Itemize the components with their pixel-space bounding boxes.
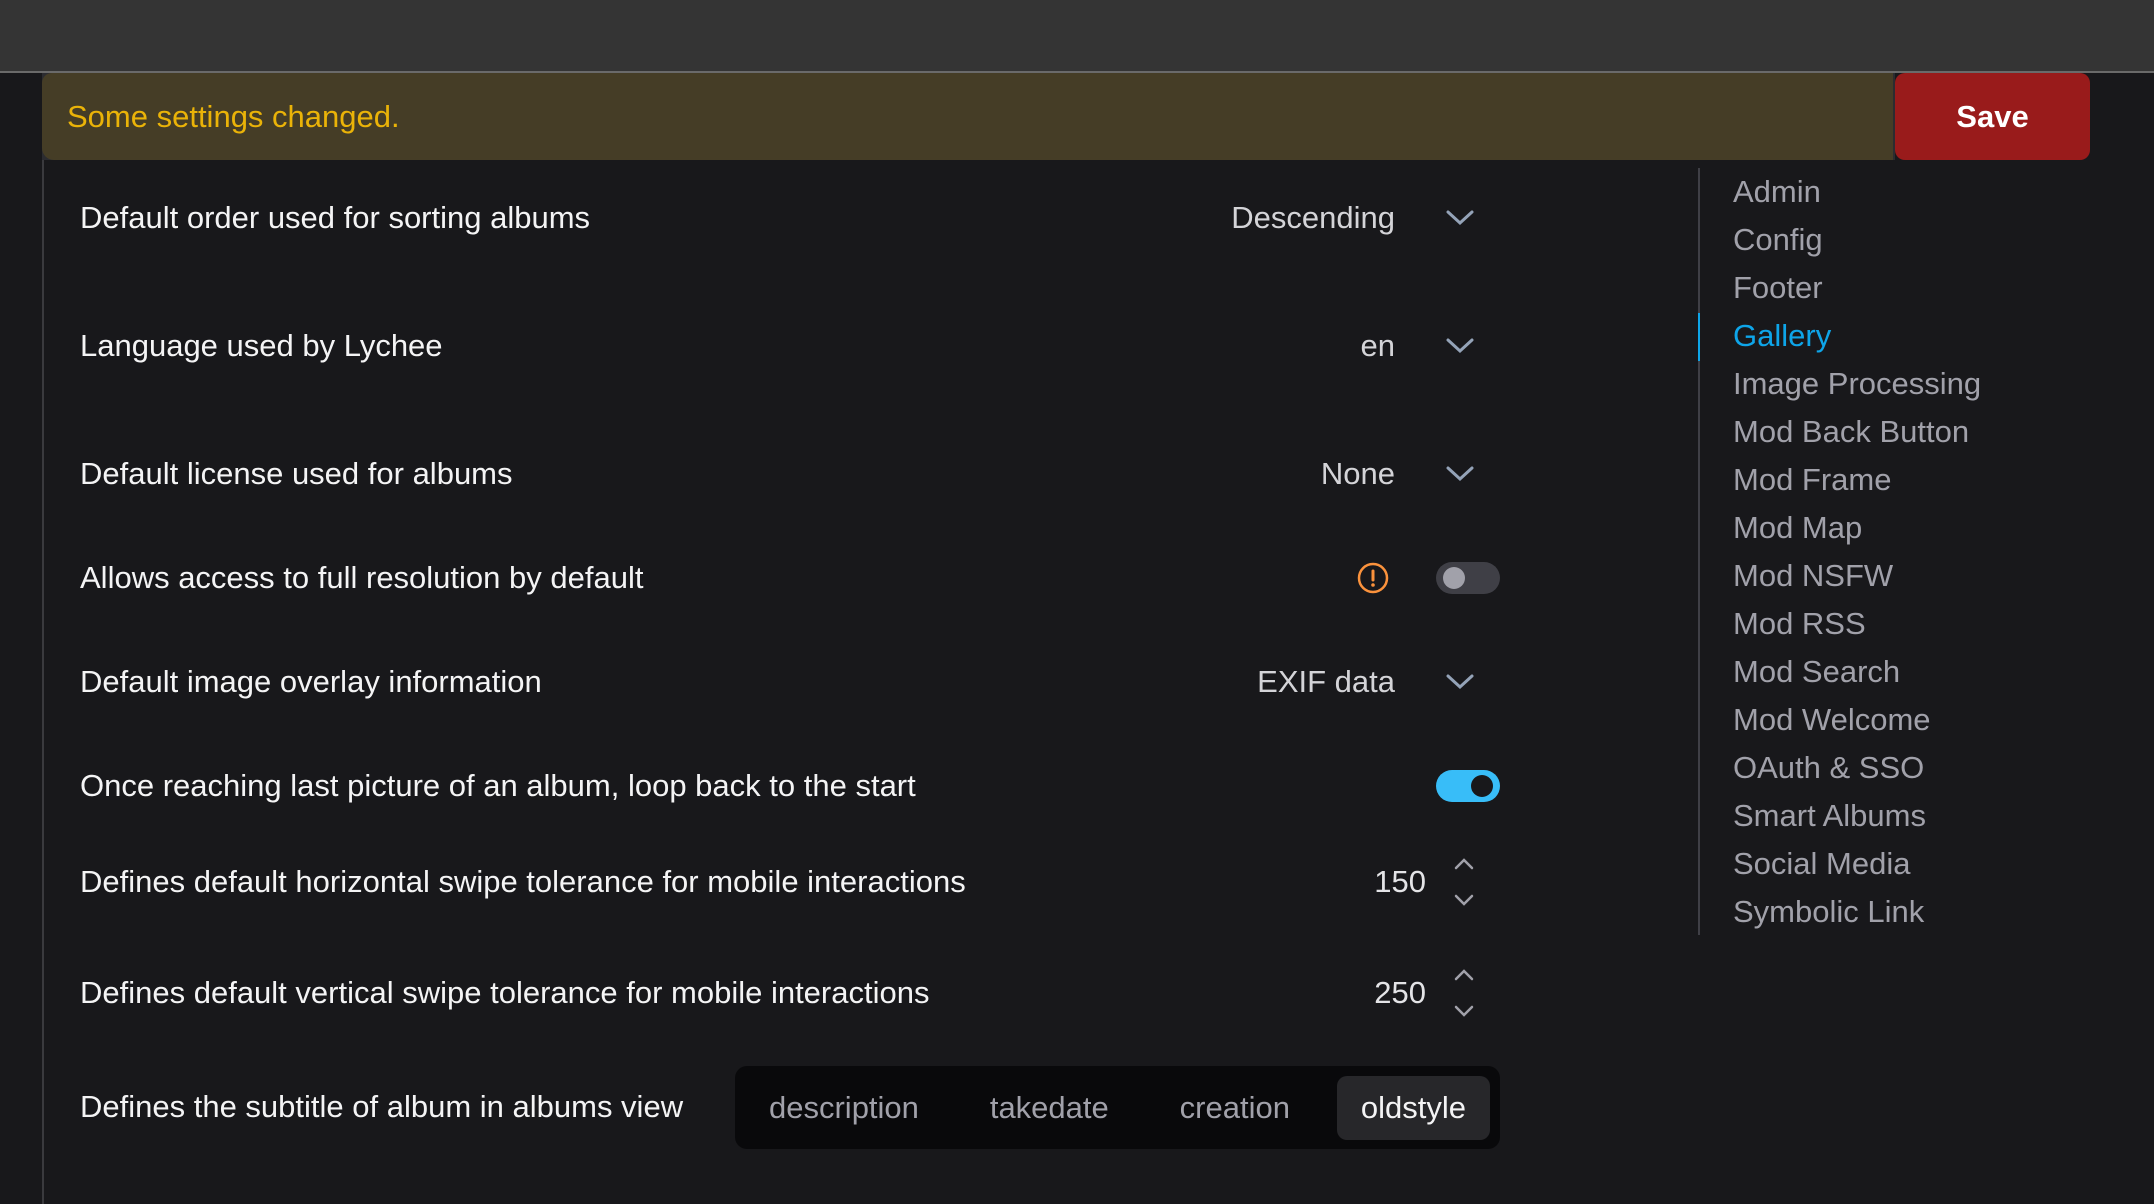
- sidebar-rail: [1698, 168, 1700, 935]
- settings-sidebar-nav: Admin Config Footer Gallery Image Proces…: [1733, 168, 1981, 936]
- select-value: EXIF data: [1257, 664, 1395, 699]
- spinner: [1453, 968, 1475, 1018]
- content-border: [42, 160, 44, 1204]
- sidebar-active-indicator: [1698, 313, 1700, 361]
- chevron-down-icon[interactable]: [1453, 893, 1475, 907]
- setting-label: Language used by Lychee: [80, 328, 443, 363]
- language-select[interactable]: en: [1361, 328, 1500, 364]
- changes-message-box: Some settings changed.: [42, 73, 1893, 160]
- sidebar-item-config[interactable]: Config: [1733, 216, 1981, 264]
- segment-option-creation[interactable]: creation: [1156, 1076, 1314, 1140]
- setting-label: Defines the subtitle of album in albums …: [80, 1089, 684, 1124]
- setting-label: Defines default vertical swipe tolerance…: [80, 975, 930, 1010]
- loop-album-toggle[interactable]: [1436, 770, 1500, 802]
- sidebar-item-mod-frame[interactable]: Mod Frame: [1733, 456, 1981, 504]
- image-overlay-select[interactable]: EXIF data: [1257, 664, 1500, 700]
- setting-label: Default image overlay information: [80, 664, 542, 699]
- setting-row-vertical-swipe: Defines default vertical swipe tolerance…: [80, 961, 1500, 1025]
- horizontal-swipe-input[interactable]: 150: [1374, 857, 1500, 907]
- sidebar-item-mod-rss[interactable]: Mod RSS: [1733, 600, 1981, 648]
- setting-label: Default order used for sorting albums: [80, 200, 591, 235]
- setting-label: Once reaching last picture of an album, …: [80, 768, 916, 803]
- chevron-down-icon: [1446, 338, 1474, 354]
- setting-label: Defines default horizontal swipe toleran…: [80, 864, 966, 899]
- select-value: Descending: [1231, 200, 1395, 235]
- setting-row-image-overlay: Default image overlay information EXIF d…: [80, 660, 1500, 704]
- sidebar-item-admin[interactable]: Admin: [1733, 168, 1981, 216]
- spinner: [1453, 857, 1475, 907]
- segment-option-takedate[interactable]: takedate: [966, 1076, 1133, 1140]
- sidebar-item-social-media[interactable]: Social Media: [1733, 840, 1981, 888]
- changes-message: Some settings changed.: [67, 98, 400, 134]
- setting-row-language: Language used by Lychee en: [80, 324, 1500, 368]
- chevron-down-icon: [1446, 210, 1474, 226]
- license-select[interactable]: None: [1321, 456, 1500, 492]
- changes-banner: Some settings changed.: [42, 73, 1895, 160]
- sidebar-item-mod-nsfw[interactable]: Mod NSFW: [1733, 552, 1981, 600]
- setting-row-full-resolution: Allows access to full resolution by defa…: [80, 556, 1500, 600]
- sidebar-item-symbolic-link[interactable]: Symbolic Link: [1733, 888, 1981, 936]
- setting-row-album-subtitle: Defines the subtitle of album in albums …: [80, 1085, 730, 1129]
- segment-option-oldstyle[interactable]: oldstyle: [1336, 1075, 1490, 1140]
- top-bar: [0, 0, 2154, 73]
- sidebar-item-mod-search[interactable]: Mod Search: [1733, 648, 1981, 696]
- chevron-down-icon: [1446, 466, 1474, 482]
- sorting-order-select[interactable]: Descending: [1231, 200, 1500, 236]
- sidebar-item-mod-map[interactable]: Mod Map: [1733, 504, 1981, 552]
- save-button[interactable]: Save: [1895, 73, 2090, 160]
- number-value[interactable]: 250: [1374, 975, 1426, 1011]
- toggle-knob: [1443, 567, 1465, 589]
- sidebar-item-oauth-sso[interactable]: OAuth & SSO: [1733, 744, 1981, 792]
- full-resolution-control: [1357, 562, 1500, 594]
- toggle-knob: [1471, 775, 1493, 797]
- setting-row-default-license: Default license used for albums None: [80, 452, 1500, 496]
- setting-row-sorting-albums-order: Default order used for sorting albums De…: [80, 196, 1500, 240]
- sidebar-item-image-processing[interactable]: Image Processing: [1733, 360, 1981, 408]
- setting-row-horizontal-swipe: Defines default horizontal swipe toleran…: [80, 850, 1500, 914]
- sidebar-item-footer[interactable]: Footer: [1733, 264, 1981, 312]
- chevron-up-icon[interactable]: [1453, 968, 1475, 982]
- warning-icon[interactable]: [1357, 562, 1389, 594]
- select-value: None: [1320, 456, 1395, 491]
- album-subtitle-segmented-control: description takedate creation oldstyle: [735, 1066, 1500, 1149]
- sidebar-item-mod-welcome[interactable]: Mod Welcome: [1733, 696, 1981, 744]
- select-value: en: [1360, 328, 1395, 363]
- setting-label: Default license used for albums: [80, 456, 513, 491]
- segment-option-description[interactable]: description: [745, 1076, 943, 1140]
- chevron-down-icon: [1446, 674, 1474, 690]
- setting-label: Allows access to full resolution by defa…: [80, 560, 644, 595]
- chevron-up-icon[interactable]: [1453, 857, 1475, 871]
- vertical-swipe-input[interactable]: 250: [1374, 968, 1500, 1018]
- sidebar-item-mod-back-button[interactable]: Mod Back Button: [1733, 408, 1981, 456]
- number-value[interactable]: 150: [1374, 864, 1426, 900]
- setting-row-loop-album: Once reaching last picture of an album, …: [80, 764, 1500, 808]
- full-resolution-toggle[interactable]: [1436, 562, 1500, 594]
- sidebar-item-smart-albums[interactable]: Smart Albums: [1733, 792, 1981, 840]
- sidebar-item-gallery[interactable]: Gallery: [1733, 312, 1981, 360]
- chevron-down-icon[interactable]: [1453, 1004, 1475, 1018]
